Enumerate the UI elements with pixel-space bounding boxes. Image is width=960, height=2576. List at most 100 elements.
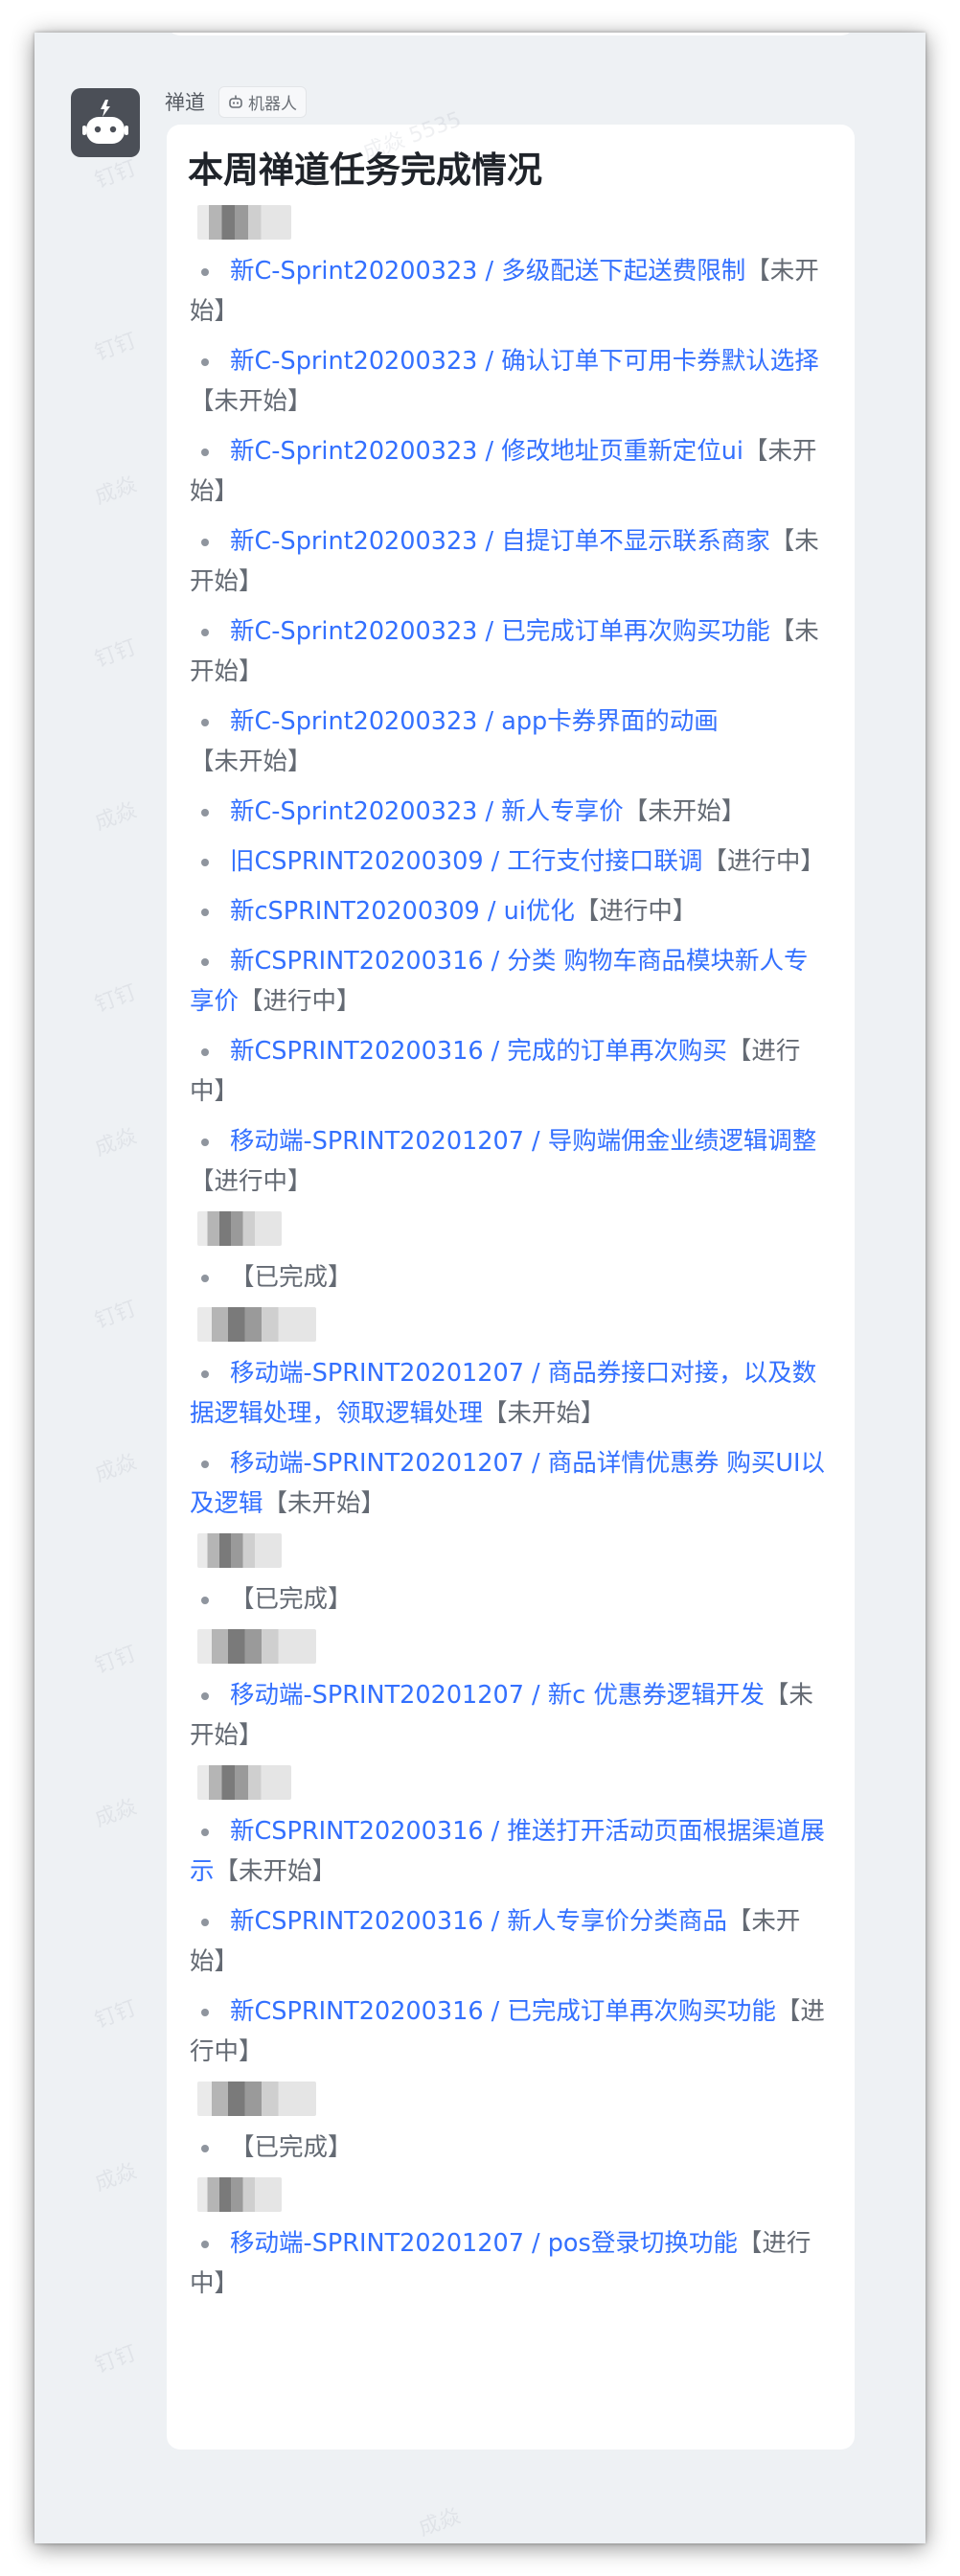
task-status: 【已完成】 (230, 2133, 353, 2162)
chat-window: 禅道 机器人 本周禅道任务完成情况 新C-Sprint20200323 / 多级… (34, 33, 926, 2543)
robot-icon (82, 100, 128, 144)
task-link[interactable]: 新C-Sprint20200323 / app卡券界面的动画 (230, 707, 719, 736)
task-link[interactable]: 新C-Sprint20200323 / 新人专享价 (230, 797, 624, 826)
task-item: 新CSPRINT20200316 / 新人专享价分类商品【未开始】 (190, 1901, 832, 1982)
assignee-name-blurred (197, 1533, 282, 1568)
assignee-name-blurred (197, 205, 291, 240)
task-group: 新C-Sprint20200323 / 多级配送下起送费限制【未开始】 新C-Sp… (190, 205, 832, 1202)
task-link[interactable]: 移动端-SPRINT20201207 / pos登录切换功能 (230, 2229, 738, 2258)
message-title: 本周禅道任务完成情况 (188, 150, 542, 191)
task-item: 新C-Sprint20200323 / 自提订单不显示联系商家【未开始】 (190, 521, 832, 602)
task-status: 【进行中】 (239, 987, 361, 1016)
assignee-name-blurred (197, 1629, 316, 1664)
task-list: 新C-Sprint20200323 / 多级配送下起送费限制【未开始】 新C-Sp… (190, 251, 832, 1202)
task-list: 【已完成】 (190, 2128, 832, 2168)
sender-row: 禅道 机器人 (165, 85, 307, 118)
watermark-text: 成焱 (91, 798, 140, 836)
task-link[interactable]: 移动端-SPRINT20201207 / 新c 优惠券逻辑开发 (230, 1681, 765, 1710)
task-item: 【已完成】 (190, 2128, 832, 2168)
task-group: 【已完成】 (190, 2082, 832, 2168)
task-item: 新C-Sprint20200323 / 已完成订单再次购买功能【未开始】 (190, 611, 832, 692)
task-status: 【未开始】 (483, 1399, 606, 1428)
task-group: 移动端-SPRINT20201207 / 商品券接口对接，以及数据逻辑处理，领取… (190, 1307, 832, 1524)
task-status: 【未开始】 (214, 1857, 337, 1886)
task-list: 新CSPRINT20200316 / 推送打开活动页面根据渠道展示【未开始】 新C… (190, 1811, 832, 2072)
watermark-text: 成焱 (91, 1124, 140, 1162)
task-item: 旧CSPRINT20200309 / 工行支付接口联调【进行中】 (190, 841, 832, 882)
robot-badge-icon (229, 95, 242, 108)
task-status: 【未开始】 (190, 387, 312, 416)
task-group: 移动端-SPRINT20201207 / 新c 优惠券逻辑开发【未开始】 (190, 1629, 832, 1756)
task-status: 【已完成】 (230, 1263, 353, 1292)
task-item: 移动端-SPRINT20201207 / pos登录切换功能【进行中】 (190, 2223, 832, 2304)
watermark-text: 成焱 (91, 472, 140, 510)
task-link[interactable]: 新C-Sprint20200323 / 多级配送下起送费限制 (230, 257, 745, 286)
watermark-text: 钉钉 (91, 1996, 140, 2034)
task-list: 移动端-SPRINT20201207 / pos登录切换功能【进行中】 (190, 2223, 832, 2304)
assignee-name-blurred (197, 1211, 282, 1246)
task-item: 【已完成】 (190, 1579, 832, 1620)
watermark-text: 成焱 (415, 2504, 464, 2542)
assignee-name-blurred (197, 2082, 316, 2116)
task-item: 新CSPRINT20200316 / 已完成订单再次购买功能【进行中】 (190, 1991, 832, 2072)
task-link[interactable]: 新CSPRINT20200316 / 已完成订单再次购买功能 (230, 1997, 776, 2026)
task-group: 移动端-SPRINT20201207 / pos登录切换功能【进行中】 (190, 2177, 832, 2304)
task-item: 新C-Sprint20200323 / 修改地址页重新定位ui【未开始】 (190, 431, 832, 512)
task-link[interactable]: 新C-Sprint20200323 / 确认订单下可用卡券默认选择 (230, 347, 819, 376)
watermark-text: 成焱 (91, 1795, 140, 1832)
watermark-text: 成焱 (91, 2159, 140, 2196)
task-item: 新C-Sprint20200323 / 多级配送下起送费限制【未开始】 (190, 251, 832, 332)
task-item: 移动端-SPRINT20201207 / 导购端佣金业绩逻辑调整【进行中】 (190, 1121, 832, 1202)
task-status: 【进行中】 (190, 1167, 312, 1196)
task-status: 【已完成】 (230, 1585, 353, 1614)
task-item: 【已完成】 (190, 1257, 832, 1298)
watermark-text: 钉钉 (91, 980, 140, 1018)
task-link[interactable]: 新C-Sprint20200323 / 自提订单不显示联系商家 (230, 527, 770, 556)
task-status: 【未开始】 (263, 1489, 386, 1518)
task-link[interactable]: 新cSPRINT20200309 / ui优化 (230, 897, 575, 926)
task-item: 新CSPRINT20200316 / 分类 购物车商品模块新人专享价【进行中】 (190, 941, 832, 1022)
task-link[interactable]: 新C-Sprint20200323 / 修改地址页重新定位ui (230, 437, 743, 466)
message-bubble[interactable]: 本周禅道任务完成情况 新C-Sprint20200323 / 多级配送下起送费限… (167, 125, 855, 2450)
task-item: 新cSPRINT20200309 / ui优化【进行中】 (190, 891, 832, 932)
watermark-text: 钉钉 (91, 329, 140, 366)
task-status: 【未开始】 (190, 748, 312, 776)
task-list: 移动端-SPRINT20201207 / 新c 优惠券逻辑开发【未开始】 (190, 1675, 832, 1756)
task-link[interactable]: 移动端-SPRINT20201207 / 导购端佣金业绩逻辑调整 (230, 1127, 816, 1156)
task-item: 新CSPRINT20200316 / 推送打开活动页面根据渠道展示【未开始】 (190, 1811, 832, 1892)
assignee-name-blurred (197, 1307, 316, 1342)
watermark-text: 钉钉 (91, 1297, 140, 1334)
task-item: 移动端-SPRINT20201207 / 商品详情优惠券 购买UI以及逻辑【未开… (190, 1443, 832, 1524)
task-group: 【已完成】 (190, 1533, 832, 1620)
task-item: 新C-Sprint20200323 / 新人专享价【未开始】 (190, 792, 832, 832)
watermark-text: 成焱 (91, 1450, 140, 1487)
bot-avatar[interactable] (71, 88, 140, 157)
task-item: 新C-Sprint20200323 / 确认订单下可用卡券默认选择【未开始】 (190, 341, 832, 422)
task-item: 移动端-SPRINT20201207 / 新c 优惠券逻辑开发【未开始】 (190, 1675, 832, 1756)
task-list: 【已完成】 (190, 1579, 832, 1620)
watermark-text: 钉钉 (91, 156, 140, 194)
task-item: 新C-Sprint20200323 / app卡券界面的动画【未开始】 (190, 702, 832, 782)
assignee-name-blurred (197, 1765, 291, 1800)
watermark-text: 钉钉 (91, 635, 140, 673)
watermark-text: 钉钉 (91, 2341, 140, 2379)
task-status: 【进行中】 (702, 847, 825, 876)
task-status: 【未开始】 (623, 797, 746, 826)
task-link[interactable]: 新CSPRINT20200316 / 完成的订单再次购买 (230, 1037, 727, 1066)
previous-message-bubble (167, 33, 855, 35)
task-link[interactable]: 新CSPRINT20200316 / 新人专享价分类商品 (230, 1907, 727, 1936)
task-status: 【进行中】 (574, 897, 697, 926)
task-item: 移动端-SPRINT20201207 / 商品券接口对接，以及数据逻辑处理，领取… (190, 1353, 832, 1434)
task-groups: 新C-Sprint20200323 / 多级配送下起送费限制【未开始】 新C-Sp… (190, 205, 832, 2304)
task-link[interactable]: 旧CSPRINT20200309 / 工行支付接口联调 (230, 847, 702, 876)
robot-badge-label: 机器人 (248, 94, 297, 114)
task-link[interactable]: 新C-Sprint20200323 / 已完成订单再次购买功能 (230, 617, 770, 646)
robot-badge: 机器人 (218, 85, 307, 118)
task-list: 【已完成】 (190, 1257, 832, 1298)
watermark-text: 钉钉 (91, 1642, 140, 1679)
assignee-name-blurred (197, 2177, 282, 2212)
task-group: 新CSPRINT20200316 / 推送打开活动页面根据渠道展示【未开始】 新C… (190, 1765, 832, 2072)
task-group: 【已完成】 (190, 1211, 832, 1298)
task-item: 新CSPRINT20200316 / 完成的订单再次购买【进行中】 (190, 1031, 832, 1112)
sender-name[interactable]: 禅道 (165, 87, 205, 116)
